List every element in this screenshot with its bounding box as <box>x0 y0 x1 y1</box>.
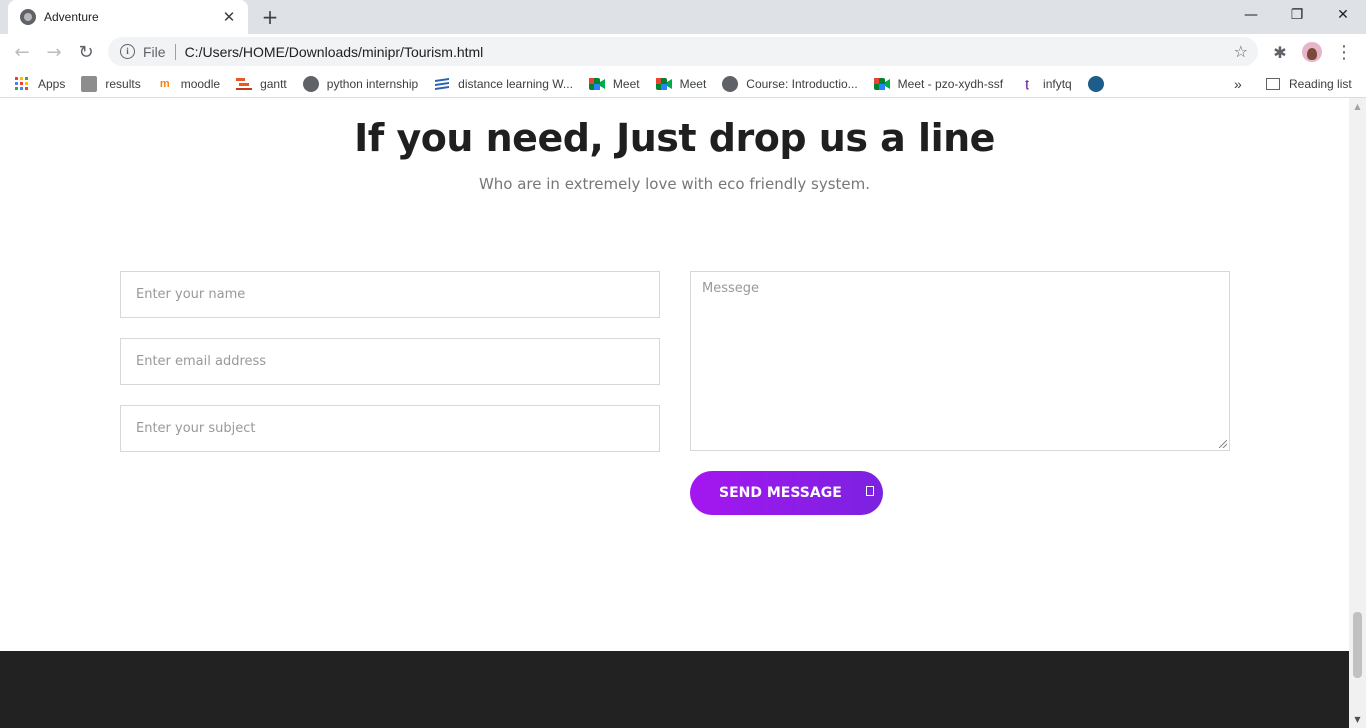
meet-icon <box>655 76 672 92</box>
bookmarks-bar: Apps results m moodle gantt python inter… <box>0 70 1366 98</box>
results-icon <box>81 75 98 92</box>
address-bar[interactable]: i File C:/Users/HOME/Downloads/minipr/To… <box>108 37 1258 66</box>
scroll-up-icon[interactable]: ▲ <box>1349 98 1366 115</box>
reading-list[interactable]: Reading list <box>1266 70 1352 98</box>
bookmark-course[interactable]: Course: Introductio... <box>722 72 865 96</box>
globe-icon <box>302 75 319 92</box>
bookmark-star-icon[interactable]: ☆ <box>1234 42 1248 61</box>
send-message-button[interactable]: SEND MESSAGE <box>690 471 883 515</box>
page-scrollbar[interactable]: ▲ ▼ <box>1349 98 1366 728</box>
browser-tab[interactable]: Adventure ✕ <box>8 0 248 34</box>
globe-icon <box>722 75 739 92</box>
close-window-button[interactable]: ✕ <box>1320 0 1366 30</box>
bookmark-logo[interactable] <box>1087 72 1120 96</box>
globe-icon <box>20 9 36 25</box>
tab-title: Adventure <box>44 10 99 24</box>
bookmark-python-internship[interactable]: python internship <box>302 72 426 96</box>
send-glyph-icon <box>865 486 874 496</box>
new-tab-button[interactable]: + <box>258 6 282 28</box>
reload-button[interactable]: ↻ <box>72 38 100 66</box>
url-separator <box>174 43 176 60</box>
infytq-icon: ʈ <box>1025 77 1029 90</box>
meet-icon <box>873 76 890 92</box>
bookmark-label: results <box>105 76 141 91</box>
reading-list-label: Reading list <box>1289 77 1352 91</box>
bookmark-label: gantt <box>260 76 287 91</box>
resize-handle-icon[interactable] <box>1219 440 1227 448</box>
stack-icon <box>434 76 450 92</box>
bookmark-label: Apps <box>38 76 66 91</box>
minimize-button[interactable]: — <box>1228 0 1274 30</box>
bookmark-label: distance learning W... <box>458 76 573 91</box>
bookmark-meet-3[interactable]: Meet - pzo-xydh-ssf <box>873 72 1011 96</box>
subject-input[interactable]: Enter your subject <box>120 405 660 452</box>
bookmark-moodle[interactable]: m moodle <box>157 72 228 96</box>
bookmark-label: Course: Introductio... <box>746 76 858 91</box>
page-viewport: If you need, Just drop us a line Who are… <box>0 98 1349 728</box>
bookmark-label: Meet - pzo-xydh-ssf <box>897 76 1004 91</box>
apps-grid-icon <box>14 76 30 92</box>
scroll-down-icon[interactable]: ▼ <box>1349 711 1366 728</box>
bookmark-meet-2[interactable]: Meet <box>655 72 715 96</box>
gantt-icon <box>236 76 253 92</box>
name-input[interactable]: Enter your name <box>120 271 660 318</box>
message-placeholder: Messege <box>702 281 760 296</box>
forward-button[interactable]: → <box>40 38 68 66</box>
reading-list-icon <box>1266 78 1280 90</box>
profile-avatar[interactable] <box>1302 42 1322 62</box>
bookmark-label: python internship <box>326 76 419 91</box>
bookmark-distance-learning[interactable]: distance learning W... <box>434 72 581 96</box>
bookmark-results[interactable]: results <box>81 72 148 96</box>
extensions-icon[interactable]: ✱ <box>1270 42 1290 62</box>
tab-strip: Adventure ✕ + — ❐ ✕ <box>0 0 1366 34</box>
restore-button[interactable]: ❐ <box>1274 0 1320 30</box>
info-icon[interactable]: i <box>120 44 135 59</box>
circle-logo-icon <box>1087 75 1104 92</box>
bookmark-label: moodle <box>180 76 221 91</box>
url-scheme: File <box>143 43 166 60</box>
footer <box>0 651 1349 728</box>
message-textarea[interactable]: Messege <box>690 271 1230 451</box>
moodle-icon: m <box>159 77 170 90</box>
meet-icon <box>588 76 605 92</box>
bookmark-infytq[interactable]: ʈ infytq <box>1019 72 1080 96</box>
scroll-thumb[interactable] <box>1353 612 1362 678</box>
bookmark-gantt[interactable]: gantt <box>236 72 295 96</box>
bookmark-meet-1[interactable]: Meet <box>588 72 648 96</box>
browser-toolbar: ← → ↻ i File C:/Users/HOME/Downloads/min… <box>0 34 1366 70</box>
url-text[interactable]: C:/Users/HOME/Downloads/minipr/Tourism.h… <box>185 44 1234 60</box>
bookmark-label: Meet <box>679 76 707 91</box>
tab-close-icon[interactable]: ✕ <box>220 8 238 26</box>
bookmarks-overflow[interactable]: » <box>1234 70 1242 98</box>
back-button[interactable]: ← <box>8 38 36 66</box>
bookmark-apps[interactable]: Apps <box>14 72 73 96</box>
bookmark-label: Meet <box>612 76 640 91</box>
bookmark-label: infytq <box>1043 76 1072 91</box>
menu-icon[interactable]: ⋮ <box>1334 42 1354 63</box>
section-heading: If you need, Just drop us a line <box>354 116 995 160</box>
send-message-label: SEND MESSAGE <box>719 485 842 501</box>
email-input[interactable]: Enter email address <box>120 338 660 385</box>
section-subheading: Who are in extremely love with eco frien… <box>478 175 871 193</box>
